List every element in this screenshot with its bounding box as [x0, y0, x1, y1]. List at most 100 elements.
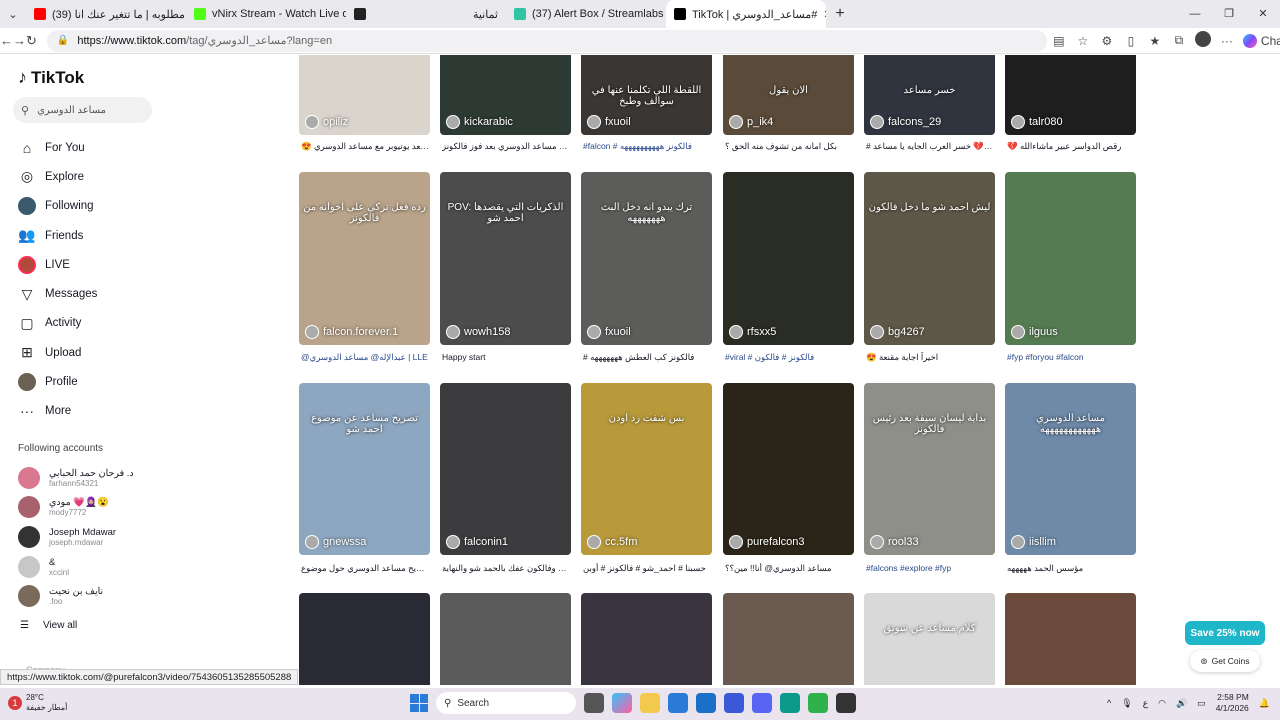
video-thumbnail[interactable]: ليش احمد شو ما دخل فالكون bg4267 [864, 172, 995, 345]
app-icon[interactable] [724, 693, 744, 713]
video-thumbnail[interactable]: رده فعل تركي على اخوانه من فالكونز falcon… [299, 172, 430, 345]
video-caption[interactable]: #fyp #foryou #falcon [1007, 352, 1135, 362]
video-author[interactable]: talr080 [1011, 115, 1063, 129]
edge-icon[interactable] [780, 693, 800, 713]
video-thumbnail[interactable]: ترك يبدو انه دخل البث هههههههه fxuoil [581, 172, 712, 345]
new-tab-button[interactable]: + [826, 5, 854, 23]
video-caption[interactable]: 💔 رقص الدواسر عبير ماشاءالله [1007, 141, 1135, 152]
refresh-icon[interactable]: ↻ [26, 33, 37, 49]
nav-item-explore[interactable]: ◎ Explore [18, 162, 97, 191]
obs-icon[interactable] [836, 693, 856, 713]
tab-menu-icon[interactable]: ⌄ [0, 0, 26, 28]
nav-item-profile[interactable]: Profile [18, 367, 97, 396]
browser-tab-2[interactable]: vNirx Stream - Watch Live on Kick ✕ [186, 0, 346, 28]
following-account[interactable]: & xccinl [18, 552, 134, 582]
video-thumbnail[interactable]: purefalcon3 [723, 383, 854, 555]
video-thumbnail[interactable]: مساعد الدوسري ههههههههههههه iisllim [1005, 383, 1136, 555]
close-icon[interactable]: ✕ [817, 8, 826, 21]
video-thumbnail[interactable] [581, 593, 712, 685]
volume-icon[interactable]: 🔊 [1176, 698, 1187, 709]
outlook-icon[interactable] [696, 693, 716, 713]
video-caption[interactable]: بكل امانه من تشوف منه الحق ؟ [725, 141, 853, 152]
task-view-icon[interactable] [584, 693, 604, 713]
video-author[interactable]: p_ik4 [729, 115, 773, 129]
url-field[interactable]: 🔒 https://www.tiktok.com /tag/مساعد_الدو… [46, 29, 1047, 52]
nav-item-friends[interactable]: 👥 Friends [18, 221, 97, 250]
following-account[interactable]: Joseph Mdawar joseph.mdawar [18, 522, 134, 552]
video-caption[interactable]: تصريح مساعد الدوسري حول موضوع [301, 563, 429, 574]
video-caption[interactable]: حسبنا # احمد_شو # فالكونز # أوبن [583, 563, 711, 574]
video-thumbnail[interactable]: خسر مساعد falcons_29 [864, 55, 995, 135]
video-thumbnail[interactable]: بداية ليسان سيفة بعد رئيس فالكونز rool33 [864, 383, 995, 555]
video-thumbnail[interactable]: تصريح مساعد عن موضوع احمد شو gnewssa [299, 383, 430, 555]
video-thumbnail[interactable] [440, 593, 571, 685]
following-account[interactable]: نايف بن نحيت .foo [18, 581, 134, 611]
video-author[interactable]: wowh158 [446, 325, 510, 339]
file-explorer-icon[interactable] [640, 693, 660, 713]
discord-icon[interactable] [752, 693, 772, 713]
browser-tab-3[interactable]: ثمانية [346, 0, 506, 28]
video-thumbnail[interactable] [723, 593, 854, 685]
video-thumbnail[interactable] [1005, 593, 1136, 685]
notification-icon[interactable]: 🔔 [1259, 698, 1270, 709]
video-thumbnail[interactable]: بس شفت رد اودن cc.5fm [581, 383, 712, 555]
video-author[interactable]: rool33 [870, 535, 919, 549]
video-caption[interactable]: # فالكونز 💔 خسر العرب الجايه يا مساعد [866, 141, 994, 152]
video-author[interactable]: bg4267 [870, 325, 925, 339]
video-thumbnail[interactable]: opiliz [299, 55, 430, 135]
video-author[interactable]: purefalcon3 [729, 535, 805, 549]
video-thumbnail[interactable]: talr080 [1005, 55, 1136, 135]
nav-item-messages[interactable]: ▽ Messages [18, 279, 98, 308]
video-author[interactable]: falconin1 [446, 535, 508, 549]
video-caption[interactable]: مؤسس الحمد هههههه [1007, 563, 1135, 574]
browser-tab-5[interactable]: TikTok | مساعد_الدوسري# ✕ [666, 0, 826, 28]
video-thumbnail[interactable]: اللقطة اللي تكلمنا عنها في سوالف وطبخ fxu… [581, 55, 712, 135]
extensions-icon[interactable]: ⚙ [1095, 34, 1119, 48]
taskbar-search[interactable]: ⚲ Search [436, 692, 576, 714]
video-caption[interactable]: #viral # فالكونز # فالكون [725, 352, 853, 363]
nav-item-activity[interactable]: ▢ Activity [18, 309, 97, 338]
video-author[interactable]: cc.5fm [587, 535, 637, 549]
close-window-icon[interactable]: ✕ [1246, 0, 1280, 28]
video-caption[interactable]: @عبدالإله@ مساعد الدوسري | LLE [301, 352, 429, 363]
video-caption[interactable]: #falcons #explore #fyp [866, 563, 994, 573]
favorite-star-icon[interactable]: ☆ [1071, 34, 1095, 48]
video-thumbnail[interactable] [299, 593, 430, 685]
video-thumbnail[interactable]: falconin1 [440, 383, 571, 555]
tray-expand-icon[interactable]: ^ [1107, 698, 1111, 708]
profile-avatar[interactable] [1191, 31, 1215, 50]
view-all-link[interactable]: ☰ View all [20, 620, 77, 631]
browser-tab-4[interactable]: (37) Alert Box / Streamlabs ✕ [506, 0, 666, 28]
tiktok-logo[interactable]: ♪ TikTok [18, 67, 84, 88]
video-caption[interactable]: تم الحل وفالكون عفك بالحمد شو والنهاية [442, 563, 570, 574]
video-author[interactable]: ilguus [1011, 325, 1058, 339]
weather-widget[interactable]: 1 28°C أمطار خفيفة [8, 693, 67, 713]
video-caption[interactable]: # فالكونز كب العطش هههههههه [583, 352, 711, 363]
following-account[interactable]: مودي 💗🧕🏼😮 mody7772 [18, 493, 134, 523]
video-caption[interactable]: مساعد الدوسري@ أنا!! مين؟؟ [725, 563, 853, 574]
clock[interactable]: 2:58 PM 4/1/2026 [1216, 692, 1249, 714]
maximize-icon[interactable]: ❐ [1212, 0, 1246, 28]
minimize-icon[interactable]: — [1178, 0, 1212, 28]
nav-item-more[interactable]: ··· More [18, 397, 97, 426]
video-author[interactable]: falcons_29 [870, 115, 941, 129]
battery-icon[interactable]: ▭ [1197, 698, 1206, 709]
settings-more-icon[interactable]: ··· [1215, 34, 1239, 48]
wifi-icon[interactable]: ◠ [1158, 698, 1166, 709]
video-caption[interactable]: 😍 اخيراً اجابة مقنعة [866, 352, 994, 363]
video-author[interactable]: fxuoil [587, 115, 631, 129]
read-mode-icon[interactable]: ▤ [1047, 34, 1071, 48]
back-icon[interactable]: ← [0, 33, 13, 48]
search-input[interactable]: ⚲ مساعد الدوسري [13, 97, 152, 123]
video-thumbnail[interactable]: kickarabic [440, 55, 571, 135]
video-caption[interactable]: 😍 أسعد يوتيوبر مع مساعد الدوسري [301, 141, 429, 152]
mic-icon[interactable]: 🎙 [1121, 698, 1132, 709]
get-coins-button[interactable]: ⊚ Get Coins [1190, 650, 1260, 672]
forward-icon[interactable]: → [13, 33, 26, 48]
video-thumbnail[interactable]: كلام مساعد عن شونق [864, 593, 995, 685]
video-caption[interactable]: Happy start [442, 352, 570, 362]
nav-item-following[interactable]: Following [18, 192, 97, 221]
video-thumbnail[interactable]: rfsxx5 [723, 172, 854, 345]
video-author[interactable]: kickarabic [446, 115, 513, 129]
store-icon[interactable] [668, 693, 688, 713]
